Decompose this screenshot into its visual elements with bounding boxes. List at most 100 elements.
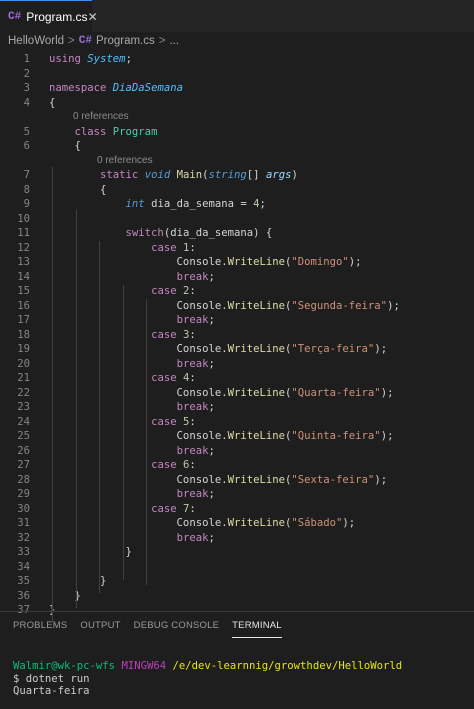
code-token: "Quinta-feira": [291, 430, 381, 442]
csharp-file-icon: C#: [78, 35, 92, 47]
code-text: using System;: [49, 52, 132, 67]
code-token: namespace: [49, 82, 107, 94]
code-line: 11 switch(dia_da_semana) {: [0, 226, 474, 241]
code-line: 24 case 5:: [0, 415, 474, 430]
line-number: 15: [17, 285, 30, 297]
code-line: 35 }: [0, 574, 474, 589]
code-token: }: [49, 575, 107, 587]
line-number: 32: [17, 531, 30, 544]
line-number: 28: [17, 473, 30, 486]
code-line: 8 {: [0, 183, 474, 198]
code-line: 17 break;: [0, 313, 474, 328]
code-line: 20 break;: [0, 357, 474, 372]
code-line: 6 {: [0, 139, 474, 154]
breadcrumb-file[interactable]: Program.cs: [96, 35, 155, 47]
code-token: );: [374, 343, 388, 355]
code-token: );: [380, 430, 394, 442]
code-line: 29 break;: [0, 487, 474, 502]
code-token: case: [151, 328, 177, 341]
code-text: Console.WriteLine("Sábado");: [49, 516, 356, 531]
code-token: {: [49, 140, 81, 152]
breadcrumb-root[interactable]: HelloWorld: [8, 35, 64, 47]
line-number: 35: [17, 575, 30, 587]
terminal-program-output: Quarta-feira: [13, 685, 90, 697]
line-number: 2: [23, 67, 30, 80]
code-line: 1 using System;: [0, 52, 474, 67]
panel-tab-bar: PROBLEMS OUTPUT DEBUG CONSOLE TERMINAL: [0, 612, 474, 638]
code-token: "Sexta-feira": [291, 473, 375, 486]
terminal-command: $ dotnet run: [13, 672, 90, 685]
code-token: ;: [208, 444, 215, 457]
code-line: 25 Console.WriteLine("Quinta-feira");: [0, 429, 474, 444]
code-text: switch(dia_da_semana) {: [49, 226, 273, 241]
code-token: static: [100, 169, 139, 181]
code-text: break;: [49, 357, 215, 372]
tab-program-cs[interactable]: C# Program.cs ✕: [0, 0, 98, 32]
code-token: WriteLine: [227, 517, 285, 529]
code-line: 26 break;: [0, 444, 474, 459]
breadcrumb-more[interactable]: ...: [169, 35, 179, 47]
code-token: );: [387, 299, 400, 312]
code-text: case 1:: [49, 241, 196, 256]
code-token: :: [189, 415, 196, 428]
line-number: 30: [17, 502, 30, 515]
code-token: "Segunda-feira": [291, 299, 388, 312]
terminal-output[interactable]: Walmir@wk-pc-wfs MINGW64 /e/dev-learnnig…: [13, 660, 468, 698]
code-token: case: [151, 459, 177, 471]
line-number: 34: [17, 560, 30, 573]
code-token: WriteLine: [227, 473, 285, 486]
code-editor[interactable]: 1 using System; 2 3 namespace DiaDaSemana 4{0…: [0, 50, 474, 622]
code-token: WriteLine: [227, 256, 285, 268]
indent-guide: [76, 210, 77, 608]
code-token: using: [49, 53, 81, 65]
code-token: switch: [125, 227, 164, 239]
code-text: }: [49, 545, 132, 560]
code-token: break: [176, 488, 209, 500]
code-line: 13 Console.WriteLine("Domingo");: [0, 255, 474, 270]
code-line: 32 break;: [0, 531, 474, 546]
code-text: break;: [49, 444, 215, 459]
code-token: "Terça-feira": [291, 343, 375, 355]
code-token: break: [176, 531, 209, 544]
line-number: 19: [17, 343, 30, 355]
code-text: static void Main(string[] args): [49, 168, 298, 183]
code-lens-references[interactable]: 0 references: [97, 154, 153, 169]
code-line: 22 Console.WriteLine("Quarta-feira");: [0, 386, 474, 401]
code-line: 21 case 4:: [0, 371, 474, 386]
code-token: :: [189, 459, 196, 471]
tab-debug-console[interactable]: DEBUG CONSOLE: [134, 620, 219, 631]
code-lens-references[interactable]: 0 references: [73, 110, 129, 125]
code-token: break: [176, 444, 209, 457]
code-token: void: [144, 169, 171, 181]
code-line: 30 case 7:: [0, 502, 474, 517]
line-number: 9: [23, 198, 30, 210]
line-number: 12: [17, 241, 30, 254]
code-line: 34: [0, 560, 474, 575]
code-token: ;: [208, 270, 215, 283]
code-token: string: [208, 169, 247, 181]
code-text: namespace DiaDaSemana: [49, 81, 183, 96]
close-icon[interactable]: ✕: [88, 10, 98, 24]
code-text: Console.WriteLine("Segunda-feira");: [49, 299, 400, 314]
tab-output[interactable]: OUTPUT: [80, 620, 120, 631]
code-token: ;: [259, 198, 266, 210]
tab-problems[interactable]: PROBLEMS: [13, 620, 67, 631]
tab-terminal[interactable]: TERMINAL: [232, 620, 282, 638]
code-token: WriteLine: [227, 386, 285, 399]
code-text: break;: [49, 531, 215, 546]
csharp-file-icon: C#: [8, 10, 22, 23]
code-line: 27 case 6:: [0, 458, 474, 473]
chevron-right-icon: >: [158, 35, 166, 47]
code-token: []: [246, 169, 266, 181]
line-number: 3: [23, 82, 30, 94]
